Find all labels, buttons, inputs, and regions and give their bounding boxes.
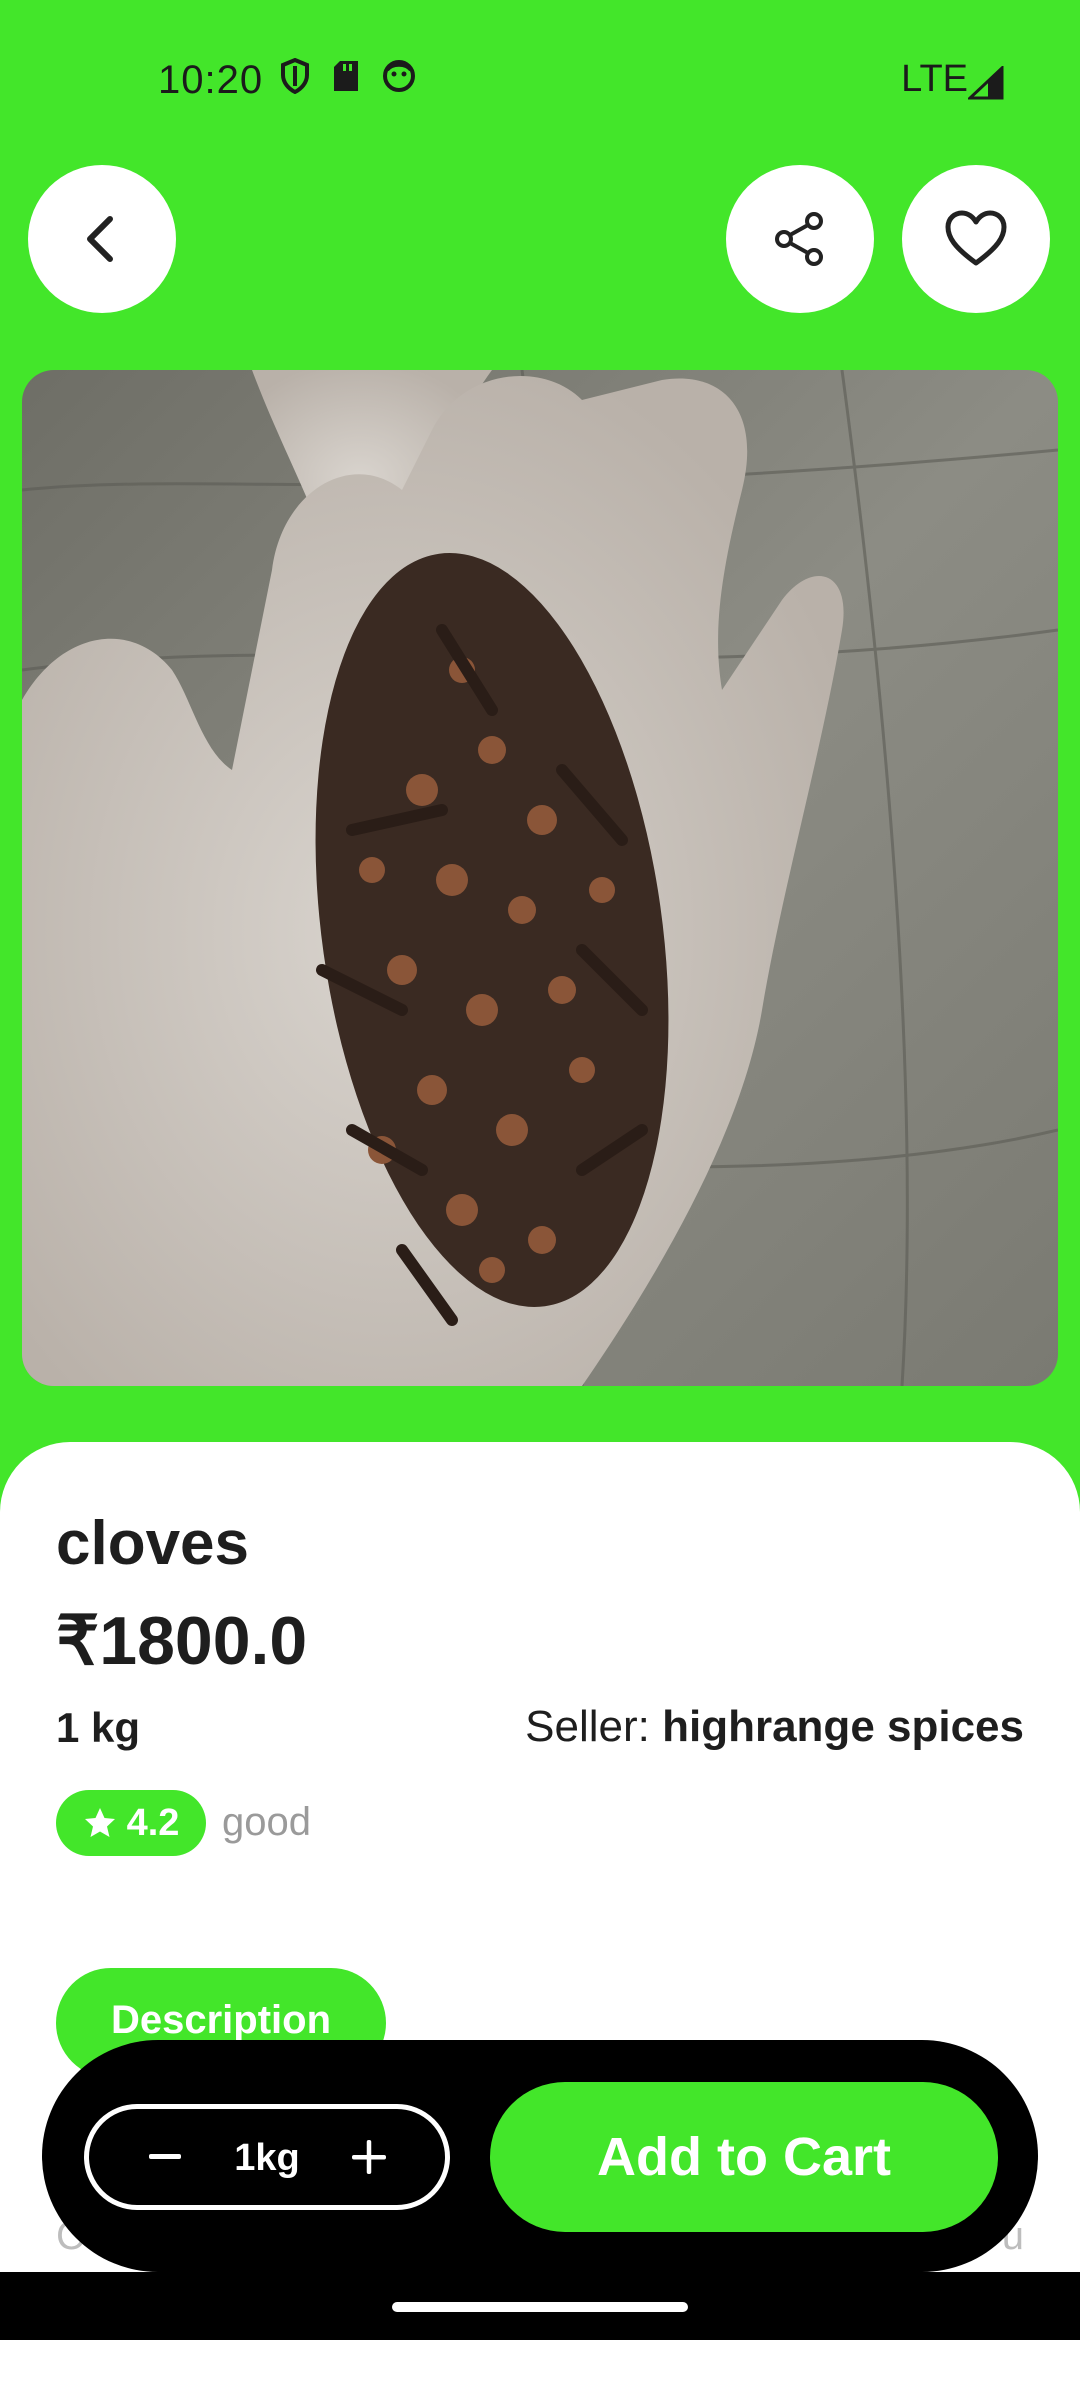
sd-card-icon	[334, 61, 358, 91]
heart-icon	[945, 210, 1007, 266]
shield-icon	[281, 58, 309, 94]
favorite-button[interactable]	[902, 165, 1050, 313]
rating-badge: 4.2	[56, 1790, 206, 1856]
seller-label: Seller:	[525, 1702, 650, 1751]
share-icon	[775, 212, 823, 266]
increase-quantity-button[interactable]	[341, 2131, 397, 2183]
status-bar: 10:20 LTE	[0, 0, 1080, 165]
face-icon	[383, 60, 415, 92]
back-button[interactable]	[28, 165, 176, 313]
home-indicator[interactable]	[392, 2302, 688, 2312]
back-icon	[87, 216, 113, 262]
seller-info: Seller: highrange spices	[525, 1702, 1024, 1752]
product-price: ₹1800.0	[56, 1603, 308, 1679]
quantity-stepper: 1kg	[84, 2104, 450, 2210]
add-to-cart-button[interactable]: Add to Cart	[490, 2082, 998, 2232]
product-name: cloves	[56, 1509, 250, 1578]
plus-icon	[352, 2140, 386, 2174]
rating-label: good	[222, 1800, 311, 1844]
signal-icon	[968, 66, 1004, 100]
rating-value: 4.2	[126, 1801, 180, 1844]
cloves-photo	[22, 370, 1058, 1386]
star-icon	[84, 1808, 115, 1837]
seller-name: highrange spices	[662, 1702, 1024, 1751]
network-type: LTE	[901, 58, 968, 100]
product-image	[22, 370, 1058, 1386]
product-quantity: 1 kg	[56, 1704, 141, 1751]
status-icons	[280, 58, 416, 94]
status-time: 10:20	[158, 58, 264, 102]
share-button[interactable]	[726, 165, 874, 313]
